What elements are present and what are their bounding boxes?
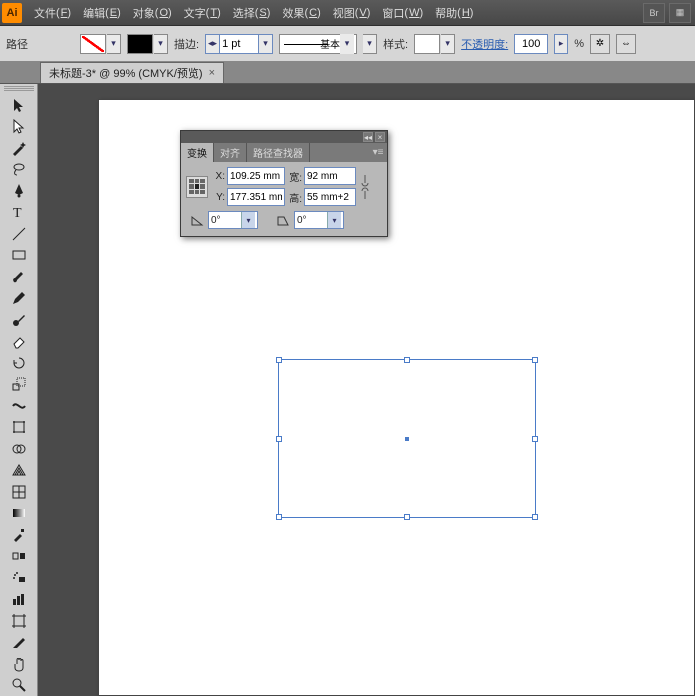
close-tab-icon[interactable]: × [209,67,215,79]
bridge-icon[interactable]: Br [643,3,665,23]
height-input[interactable] [304,188,356,206]
panel-close-icon[interactable]: × [375,132,385,142]
zoom-tool[interactable] [7,675,31,695]
shear-combo[interactable]: 0°▾ [294,211,344,229]
constrain-proportions-icon[interactable] [359,168,371,206]
tab-pathfinder[interactable]: 路径查找器 [247,143,310,162]
chevron-down-icon[interactable]: ▾ [241,212,255,228]
hand-tool[interactable] [7,654,31,674]
magic-wand-tool[interactable] [7,138,31,158]
stroke-stepper[interactable]: ◂▸ [205,34,219,54]
align-icon[interactable]: ⇔ [616,34,636,54]
mesh-tool[interactable] [7,482,31,502]
graphic-style-swatch[interactable]: ▾ [414,34,455,54]
brush-chevron-icon[interactable]: ▾ [363,34,377,54]
perspective-grid-tool[interactable] [7,460,31,480]
pen-tool[interactable] [7,181,31,201]
blob-brush-tool[interactable] [7,310,31,330]
shape-builder-tool[interactable] [7,439,31,459]
reference-point-selector[interactable] [186,176,208,198]
width-tool[interactable] [7,396,31,416]
opacity-label[interactable]: 不透明度: [461,36,508,52]
transform-panel[interactable]: ◂◂ × 变换 对齐 路径查找器 ▾≡ X: Y: [180,130,388,237]
y-input[interactable] [227,188,285,206]
type-tool[interactable]: T [7,202,31,222]
menu-effect[interactable]: 效果(C) [276,0,326,25]
stroke-weight-input[interactable] [219,34,259,54]
paintbrush-tool[interactable] [7,267,31,287]
percent-label: % [574,38,584,50]
menu-edit[interactable]: 编辑(E) [77,0,127,25]
panel-menu-icon[interactable]: ▾≡ [369,143,387,162]
document-tabstrip: 未标题-3* @ 99% (CMYK/预览) × [0,62,695,84]
menu-file[interactable]: 文件(F) [28,0,77,25]
stroke-label: 描边: [174,36,199,52]
column-graph-tool[interactable] [7,589,31,609]
shear-icon [276,213,290,227]
selection-mode-label: 路径 [6,36,28,52]
stroke-weight-chevron-icon[interactable]: ▾ [259,34,273,54]
brush-definition[interactable]: 基本▾ [279,34,357,54]
opacity-input[interactable] [514,34,548,54]
rotate-tool[interactable] [7,353,31,373]
panel-grip-icon[interactable] [4,86,34,92]
arrange-documents-icon[interactable]: ▦ [669,3,691,23]
chevron-down-icon[interactable]: ▾ [327,212,341,228]
stroke-swatch[interactable]: ▾ [127,34,168,54]
rectangle-tool[interactable] [7,245,31,265]
menubar: Ai 文件(F) 编辑(E) 对象(O) 文字(T) 选择(S) 效果(C) 视… [0,0,695,26]
direct-selection-tool[interactable] [7,116,31,136]
fill-swatch[interactable]: ▾ [80,34,121,54]
selection-tool[interactable] [7,95,31,115]
width-label: 宽: [288,169,302,184]
symbol-sprayer-tool[interactable] [7,568,31,588]
document-tab-title: 未标题-3* @ 99% (CMYK/预览) [49,65,203,81]
rotate-icon [190,213,204,227]
opacity-chevron-icon[interactable]: ▸ [554,34,568,54]
panel-body: X: Y: 宽: 高: [181,162,387,236]
scale-tool[interactable] [7,374,31,394]
menu-type[interactable]: 文字(T) [178,0,227,25]
panel-collapse-icon[interactable]: ◂◂ [363,132,373,142]
height-label: 高: [288,190,302,205]
menu-label: 文件 [34,5,56,21]
document-tab[interactable]: 未标题-3* @ 99% (CMYK/预览) × [40,62,224,83]
slice-tool[interactable] [7,632,31,652]
rotate-combo[interactable]: 0°▾ [208,211,258,229]
gradient-tool[interactable] [7,503,31,523]
tab-align[interactable]: 对齐 [214,143,247,162]
menu-help[interactable]: 帮助(H) [429,0,479,25]
controlbar: 路径 ▾ ▾ 描边: ◂▸ ▾ 基本▾ ▾ 样式: ▾ 不透明度: ▸ % ✲ … [0,26,695,62]
pencil-tool[interactable] [7,288,31,308]
eyedropper-tool[interactable] [7,525,31,545]
blend-tool[interactable] [7,546,31,566]
lasso-tool[interactable] [7,159,31,179]
x-label: X: [211,171,225,182]
svg-text:T: T [13,206,22,220]
menu-select[interactable]: 选择(S) [227,0,277,25]
line-tool[interactable] [7,224,31,244]
eraser-tool[interactable] [7,331,31,351]
width-input[interactable] [304,167,356,185]
menu-view[interactable]: 视图(V) [327,0,377,25]
selection-rectangle[interactable] [278,359,536,518]
free-transform-tool[interactable] [7,417,31,437]
tab-transform[interactable]: 变换 [181,143,214,162]
x-input[interactable] [227,167,285,185]
artboard-tool[interactable] [7,611,31,631]
recolor-artwork-icon[interactable]: ✲ [590,34,610,54]
ai-logo: Ai [2,3,22,23]
y-label: Y: [211,192,225,203]
tools-panel: T [0,84,38,696]
menu-window[interactable]: 窗口(W) [376,0,429,25]
menu-object[interactable]: 对象(O) [127,0,178,25]
style-label: 样式: [383,36,408,52]
panel-titlebar[interactable]: ◂◂ × [181,131,387,143]
panel-tabs: 变换 对齐 路径查找器 ▾≡ [181,143,387,162]
